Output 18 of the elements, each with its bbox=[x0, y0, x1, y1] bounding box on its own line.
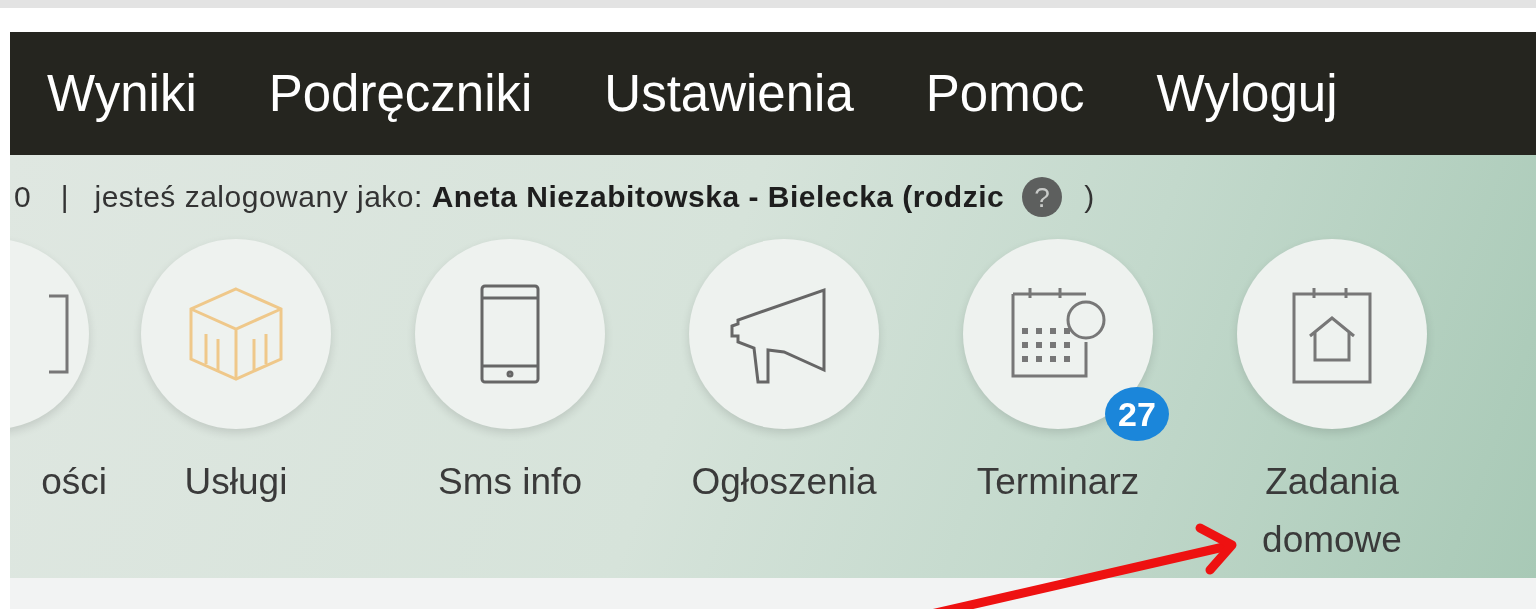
module-label[interactable]: Terminarz bbox=[958, 453, 1158, 511]
nav-link[interactable]: Wyniki bbox=[47, 64, 197, 123]
module-label[interactable]: Sms info bbox=[410, 453, 610, 511]
module-label[interactable]: Zadania domowe bbox=[1232, 453, 1432, 569]
count-badge: 27 bbox=[1105, 387, 1169, 441]
login-info-text: jesteś zalogowany jako: Aneta Niezabitowska - Bielecka (rodzic bbox=[94, 180, 1005, 214]
nav-link[interactable]: Pomoc bbox=[925, 64, 1085, 123]
module-label[interactable]: ości bbox=[41, 453, 107, 511]
nav-link[interactable]: Podręczniki bbox=[268, 64, 533, 123]
closing-paren-text: ) bbox=[1084, 180, 1095, 214]
document-icon bbox=[49, 294, 69, 374]
separator-text: | bbox=[60, 180, 69, 214]
nav-link[interactable]: Ustawienia bbox=[604, 64, 854, 123]
help-icon[interactable]: ? bbox=[1022, 177, 1063, 217]
nav-link[interactable]: Wyloguj bbox=[1156, 64, 1338, 123]
counter-text: 0 bbox=[14, 180, 31, 214]
module-label[interactable]: Usługi bbox=[136, 453, 336, 511]
module-label[interactable]: Ogłoszenia bbox=[684, 453, 884, 511]
